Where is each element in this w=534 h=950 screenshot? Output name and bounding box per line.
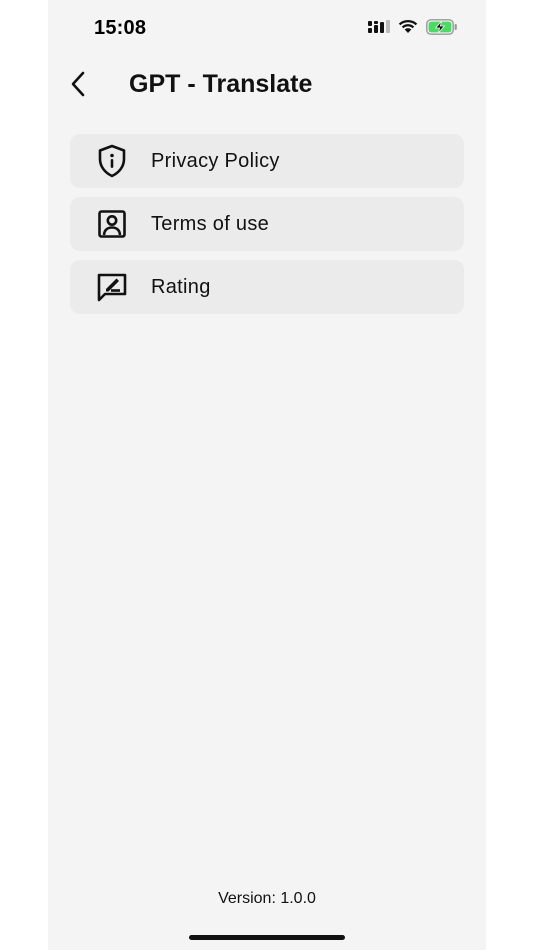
version-label: Version: 1.0.0 <box>218 890 316 907</box>
menu-item-terms-of-use[interactable]: Terms of use <box>70 197 464 251</box>
status-time: 15:08 <box>94 17 147 39</box>
menu-item-privacy-policy[interactable]: Privacy Policy <box>70 134 464 188</box>
wifi-icon <box>398 19 418 39</box>
app-screen: 15:08 GPT - Translate Privacy Policy Ter… <box>48 0 486 950</box>
cellular-signal-icon <box>368 19 390 39</box>
menu-item-label: Privacy Policy <box>151 149 280 172</box>
menu-item-rating[interactable]: Rating <box>70 260 464 314</box>
back-button[interactable] <box>60 68 96 104</box>
home-indicator <box>189 935 345 940</box>
menu-item-label: Terms of use <box>151 212 270 235</box>
shield-info-icon <box>95 144 129 178</box>
settings-menu: Privacy Policy Terms of use Rating <box>70 134 464 323</box>
menu-item-label: Rating <box>151 275 211 298</box>
page-title: GPT - Translate <box>129 70 313 98</box>
feedback-edit-icon <box>95 270 129 304</box>
user-badge-icon <box>95 207 129 241</box>
status-bar: 15:08 <box>48 0 486 60</box>
chevron-left-icon <box>70 71 86 102</box>
battery-charging-icon <box>426 18 458 40</box>
status-icons <box>368 18 458 40</box>
navigation-header: GPT - Translate <box>48 60 486 112</box>
